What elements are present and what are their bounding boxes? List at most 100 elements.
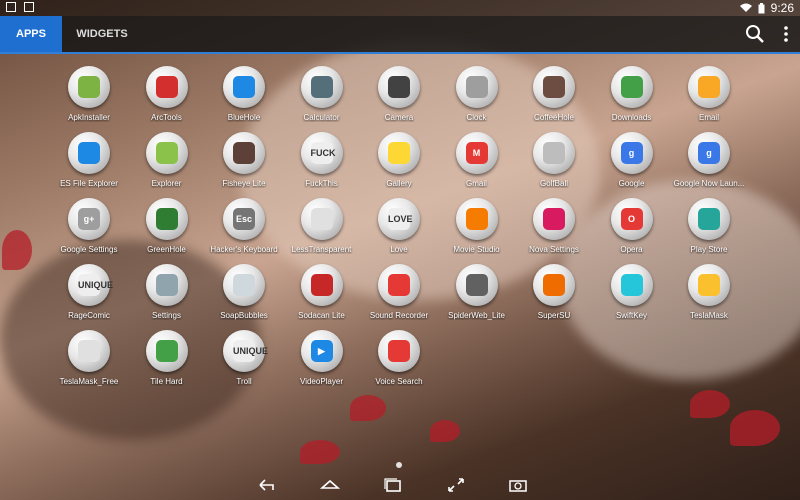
app-glyph [465,208,488,230]
search-icon[interactable] [745,24,765,44]
app-ragecomic[interactable]: UNIQUE RageComic [50,264,128,330]
transparent-icon [300,198,343,240]
app-downloads[interactable]: Downloads [593,66,671,132]
wifi-icon [739,3,752,12]
app-google-now-laun[interactable]: g Google Now Laun... [670,132,748,198]
app-gallery[interactable]: Gallery [360,132,438,198]
app-email[interactable]: Email [670,66,748,132]
app-label: GreenHole [147,245,186,254]
app-glyph: LOVE [388,208,413,230]
app-nova-settings[interactable]: Nova Settings [515,198,593,264]
app-glyph [155,340,178,362]
home-button[interactable] [319,476,341,494]
app-spiderweb-lite[interactable]: SpiderWeb_Lite [438,264,516,330]
app-label: Troll [236,377,252,386]
app-label: Gmail [466,179,487,188]
app-explorer[interactable]: Explorer [128,132,206,198]
app-es-file-explorer[interactable]: ES File Explorer [50,132,128,198]
teslamask-free-icon [68,330,110,372]
app-label: Play Store [690,245,728,254]
app-glyph [233,76,255,98]
rose-petal [690,390,730,418]
recents-button[interactable] [383,476,403,494]
app-play-store[interactable]: Play Store [670,198,748,264]
keyboard-icon: Esc [223,198,265,240]
app-tile-hard[interactable]: Tile Hard [128,330,206,396]
app-google-settings[interactable]: g+ Google Settings [50,198,128,264]
app-voice-search[interactable]: Voice Search [360,330,438,396]
app-glyph [543,274,565,296]
app-opera[interactable]: O Opera [593,198,671,264]
app-love[interactable]: LOVE Love [360,198,438,264]
calculator-icon [300,66,343,108]
app-glyph [388,340,410,362]
tab-apps[interactable]: APPS [0,16,62,52]
app-teslamask-free[interactable]: TeslaMask_Free [50,330,128,396]
app-videoplayer[interactable]: ▶ VideoPlayer [283,330,361,396]
app-label: SuperSU [537,311,571,320]
app-glyph: g [698,142,720,164]
rose-petal [350,395,386,421]
app-glyph [155,208,178,230]
rose-petal [430,420,460,442]
app-label: RageComic [68,311,110,320]
app-label: Gallery [386,179,412,188]
app-fuckthis[interactable]: FUCK FuckThis [283,132,361,198]
app-arctools[interactable]: ArcTools [128,66,206,132]
overflow-menu-icon[interactable] [776,24,796,44]
teslamask-icon [688,264,730,306]
app-label: Opera [620,245,643,254]
app-camera[interactable]: Camera [360,66,438,132]
app-glyph [233,274,255,296]
app-sound-recorder[interactable]: Sound Recorder [360,264,438,330]
app-coffeehole[interactable]: CoffeeHole [515,66,593,132]
app-label: BlueHole [227,113,261,122]
app-label: Hacker's Keyboard [210,245,278,254]
app-supersu[interactable]: SuperSU [515,264,593,330]
app-glyph: g+ [78,208,100,230]
movie-icon [455,198,498,240]
app-lesstransparent[interactable]: LessTransparent [283,198,361,264]
app-gmail[interactable]: M Gmail [438,132,516,198]
app-glyph: FUCK [310,142,336,164]
fisheye-icon [223,132,265,174]
tools-icon [145,66,188,108]
gallery-icon [378,132,420,174]
app-glyph [155,76,178,98]
app-clock[interactable]: Clock [438,66,516,132]
app-swiftkey[interactable]: SwiftKey [593,264,671,330]
app-settings[interactable]: Settings [128,264,206,330]
app-hacker-s-keyboard[interactable]: Esc Hacker's Keyboard [205,198,283,264]
app-greenhole[interactable]: GreenHole [128,198,206,264]
app-label: Voice Search [375,377,423,386]
app-glyph [698,76,720,98]
app-glyph: M [465,142,488,164]
app-fisheye-lite[interactable]: Fisheye Lite [205,132,283,198]
app-troll[interactable]: UNIQUE Troll [205,330,283,396]
app-glyph [310,76,333,98]
app-soapbubbles[interactable]: SoapBubbles [205,264,283,330]
spiderweb-icon [455,264,498,306]
app-label: Settings [152,311,181,320]
app-label: Camera [384,113,414,122]
app-label: Calculator [303,113,340,122]
app-teslamask[interactable]: TeslaMask [670,264,748,330]
app-glyph [388,142,410,164]
text-icon: FUCK [300,132,343,174]
tab-widgets[interactable]: WIDGETS [70,16,134,52]
video-icon: ▶ [300,330,343,372]
app-movie-studio[interactable]: Movie Studio [438,198,516,264]
screenshot-button[interactable] [508,476,528,494]
app-calculator[interactable]: Calculator [283,66,361,132]
app-label: ApkInstaller [68,113,110,122]
recents-icon [384,478,401,492]
app-bluehole[interactable]: BlueHole [205,66,283,132]
app-golfball[interactable]: GolfBall [515,132,593,198]
play-store-icon [688,198,730,240]
fullscreen-button[interactable] [446,476,466,494]
app-google[interactable]: g Google [593,132,671,198]
app-label: Google [618,179,645,188]
app-apkinstaller[interactable]: ApkInstaller [50,66,128,132]
app-sodacan-lite[interactable]: Sodacan Lite [283,264,361,330]
back-button[interactable] [257,476,277,494]
